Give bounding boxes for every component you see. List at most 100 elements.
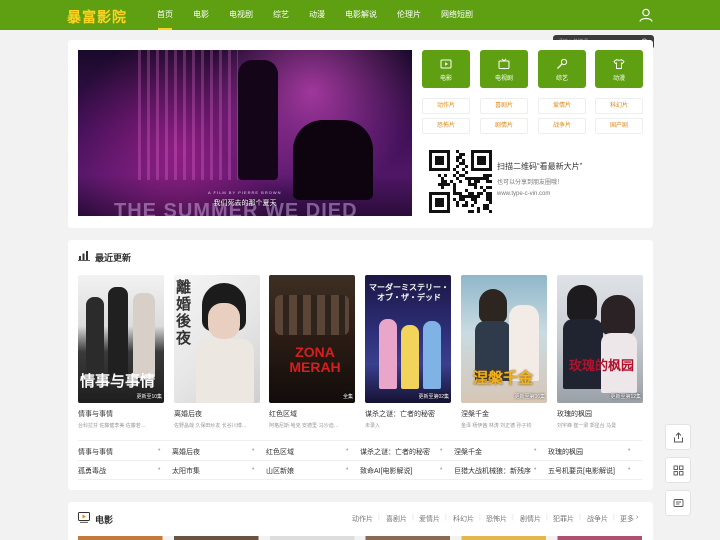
recent-link[interactable]: 离婚后夜 <box>172 447 200 457</box>
card-cast: 未录入 <box>365 423 381 429</box>
feedback-icon <box>673 499 684 507</box>
movie-tab[interactable]: 爱情片 <box>419 514 440 524</box>
chevron-right-icon[interactable]: › <box>636 514 638 521</box>
separator-dot: • <box>440 466 443 473</box>
separator-dot: • <box>252 447 255 454</box>
poster-card[interactable]: 玫瑰的枫园 更新至第12集 <box>557 275 643 403</box>
update-badge: 更新至10集 <box>136 394 162 400</box>
nav-tv[interactable]: 电视剧 <box>222 0 260 30</box>
category-anime[interactable]: 动漫 <box>595 50 643 88</box>
card-title[interactable]: 谋杀之谜：亡者的秘密 <box>365 409 435 419</box>
genre-drama[interactable]: 剧情片 <box>480 118 528 134</box>
movie-poster-strip <box>78 536 642 540</box>
banner-figure <box>238 60 278 180</box>
banner-credit: A FILM BY PIERRE BROWN <box>208 190 282 195</box>
recent-link[interactable]: 红色区域 <box>266 447 294 457</box>
tv-icon <box>498 58 510 69</box>
poster-title-art: 情事与事情 <box>80 373 156 390</box>
nav-variety[interactable]: 综艺 <box>266 0 296 30</box>
banner-figure <box>293 120 373 200</box>
nav-shorts[interactable]: 网络短剧 <box>434 0 480 30</box>
grid-icon <box>673 465 684 476</box>
category-label: 动漫 <box>612 76 625 82</box>
recent-link[interactable]: 山区新娘 <box>266 466 294 476</box>
recent-link[interactable]: 五号机要员[电影解说] <box>548 466 615 476</box>
movie-tab[interactable]: 科幻片 <box>453 514 474 524</box>
card-cast: 金泽 杨伊茜 林涛 刘正德 孙子钧 <box>461 423 532 429</box>
nav-home[interactable]: 首页 <box>150 0 180 30</box>
qr-code <box>429 150 492 213</box>
video-icon <box>78 512 90 523</box>
poster-card[interactable]: 涅槃千金 更新至第06集 <box>461 275 547 403</box>
feedback-button[interactable] <box>665 490 691 516</box>
poster-card[interactable]: 情事与事情 更新至10集 <box>78 275 164 403</box>
category-variety[interactable]: 综艺 <box>538 50 586 88</box>
qr-subtitle: 也可以分享到朋友圈哦！ <box>497 180 564 186</box>
separator-dot: • <box>346 466 349 473</box>
nav-anime[interactable]: 动漫 <box>302 0 332 30</box>
category-label: 综艺 <box>555 76 568 82</box>
qr-url[interactable]: www.type-c-vin.com <box>497 191 550 197</box>
movie-tab[interactable]: 恐怖片 <box>486 514 507 524</box>
tab-separator: | <box>579 514 581 521</box>
share-icon <box>674 432 683 443</box>
category-label: 电视剧 <box>494 76 513 82</box>
nav-ethics[interactable]: 伦理片 <box>390 0 428 30</box>
poster-card[interactable]: 離婚後夜 <box>174 275 260 403</box>
nav-movies[interactable]: 电影 <box>186 0 216 30</box>
separator-dot: • <box>158 447 161 454</box>
tab-separator: | <box>445 514 447 521</box>
category-movies[interactable]: 电影 <box>422 50 470 88</box>
nav-commentary[interactable]: 电影解说 <box>338 0 384 30</box>
movie-tab[interactable]: 战争片 <box>587 514 608 524</box>
update-badge: 全集 <box>342 394 353 400</box>
recent-link[interactable]: 巨猎大战机械狼：新残序 <box>454 466 531 476</box>
card-title[interactable]: 情事与事情 <box>78 409 113 419</box>
recent-link[interactable]: 孤勇毒战 <box>78 466 106 476</box>
grid-button[interactable] <box>665 457 691 483</box>
movie-tab[interactable]: 动作片 <box>352 514 373 524</box>
card-title[interactable]: 红色区域 <box>269 409 297 419</box>
recent-link[interactable]: 致命AI[电影解说] <box>360 466 413 476</box>
recent-title: 最近更新 <box>95 253 132 263</box>
separator-dot: • <box>534 466 537 473</box>
recent-link[interactable]: 太阳市集 <box>172 466 200 476</box>
tab-separator: | <box>512 514 514 521</box>
movies-title: 电影 <box>95 515 114 525</box>
poster-card[interactable]: ZONA MERAH 全集 <box>269 275 355 403</box>
movie-tab[interactable]: 剧情片 <box>520 514 541 524</box>
poster-card[interactable]: マーダーミステリー・オブ・ザ・デッド 更新至第02集 <box>365 275 451 403</box>
banner-caption: 我们死去的那个夏天 <box>213 200 277 207</box>
genre-action[interactable]: 动作片 <box>422 98 470 114</box>
recent-link[interactable]: 情事与事情 <box>78 447 113 457</box>
recent-link[interactable]: 谋杀之谜：亡者的秘密 <box>360 447 430 457</box>
category-tv[interactable]: 电视剧 <box>480 50 528 88</box>
movie-tab-more[interactable]: 更多 <box>620 514 634 524</box>
share-button[interactable] <box>665 424 691 450</box>
separator-dot: • <box>440 447 443 454</box>
movie-tab[interactable]: 喜剧片 <box>386 514 407 524</box>
poster-title-art: 離婚後夜 <box>176 279 192 347</box>
recent-link[interactable]: 玫瑰的枫园 <box>548 447 583 457</box>
poster-title-art: マーダーミステリー・オブ・ザ・デッド <box>369 283 449 302</box>
recent-link[interactable]: 涅槃千金 <box>454 447 482 457</box>
chart-icon <box>78 251 90 261</box>
divider <box>78 440 642 441</box>
genre-scifi[interactable]: 科幻片 <box>595 98 643 114</box>
main-nav: 首页 电影 电视剧 综艺 动漫 电影解说 伦理片 网络短剧 <box>150 0 486 30</box>
card-title[interactable]: 离婚后夜 <box>174 409 202 419</box>
category-label: 电影 <box>439 76 452 82</box>
genre-comedy[interactable]: 喜剧片 <box>480 98 528 114</box>
genre-romance[interactable]: 爱情片 <box>538 98 586 114</box>
card-title[interactable]: 涅槃千金 <box>461 409 489 419</box>
card-title[interactable]: 玫瑰的枫园 <box>557 409 592 419</box>
genre-war[interactable]: 战争片 <box>538 118 586 134</box>
genre-horror[interactable]: 恐怖片 <box>422 118 470 134</box>
hero-banner[interactable]: A FILM BY PIERRE BROWN THE SUMMER WE DIE… <box>78 50 412 216</box>
movie-tab[interactable]: 犯罪片 <box>553 514 574 524</box>
shirt-icon <box>613 58 625 69</box>
genre-domestic[interactable]: 国产剧 <box>595 118 643 134</box>
tab-separator: | <box>479 514 481 521</box>
site-logo[interactable]: 暴富影院 <box>67 7 127 27</box>
user-icon[interactable] <box>639 8 653 22</box>
